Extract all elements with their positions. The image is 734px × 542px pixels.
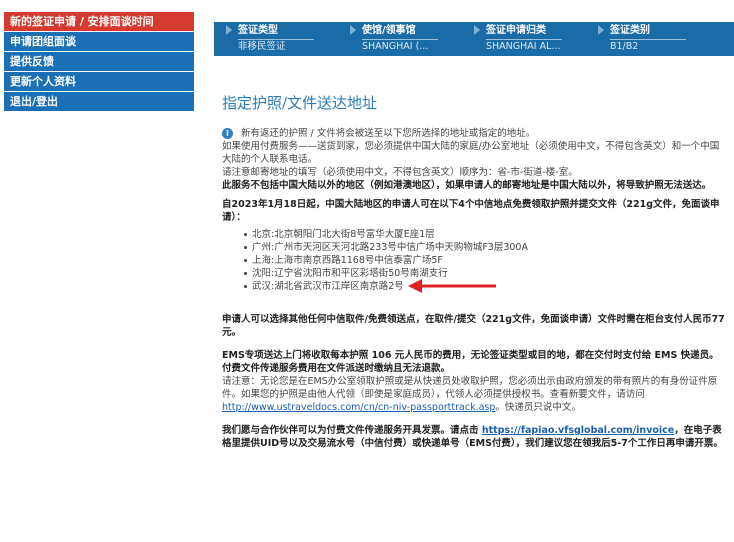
- address-order-text: 请注意邮寄地址的填写（必须使用中文，不得包含英文）顺序为：省-市-街道-楼-室。: [222, 167, 578, 178]
- id-notice-text: 请注意：无论您是在EMS办公室领取护照或是从快递员处收取护照，您必须出示由政府颁…: [222, 375, 727, 414]
- breadcrumb-label: 签证申请归类: [486, 24, 562, 40]
- breadcrumb-visa-class: 签证类别 B1/B2: [596, 22, 686, 56]
- breadcrumb-label: 签证类别: [610, 24, 686, 40]
- breadcrumb-label: 签证类型: [238, 24, 314, 40]
- intro-text: 新有返还的护照 / 文件将会被送至以下您所选择的地址或指定的地址。: [241, 128, 536, 139]
- breadcrumb-consulate: 使馆/领事馆 SHANGHAI (...: [348, 22, 438, 56]
- other-citic-text: 申请人可以选择其他任何中信取件/免费领送点，在取件/提交（221g文件，免面谈申…: [222, 314, 725, 338]
- id-notice-tail: 。快递员只说中文。: [495, 402, 581, 413]
- page-title: 指定护照/文件送达地址: [222, 94, 378, 112]
- list-item: 上海:上海市南京西路1168号中信泰富广场5F: [244, 254, 727, 267]
- list-item: 北京:北京朝阳门北大街8号富华大厦E座1层: [244, 228, 727, 241]
- intro-notice: i 新有返还的护照 / 文件将会被送至以下您所选择的地址或指定的地址。: [222, 127, 727, 140]
- invoice-link[interactable]: https://fapiao.vfsglobal.com/invoice: [482, 425, 674, 436]
- sidebar-menu: 新的签证申请 / 安排面谈时间 申请团组面谈 提供反馈 更新个人资料 退出/登出: [4, 12, 194, 112]
- invoice-text-a: 我们愿与合作伙伴可以为付费文件传递服务开具发票。请点击: [222, 425, 479, 436]
- sidebar-item-logout[interactable]: 退出/登出: [4, 92, 194, 111]
- paid-delivery-text: 如果使用付费服务——送货到家，您必须提供中国大陆的家庭/办公室地址（必须使用中文…: [222, 141, 720, 165]
- sidebar-item-update-profile[interactable]: 更新个人资料: [4, 72, 194, 91]
- breadcrumb-bar: 签证类型 非移民签证 使馆/领事馆 SHANGHAI (... 签证申请归类 S…: [214, 22, 734, 56]
- red-arrow-icon: [408, 279, 496, 293]
- mainland-only-text: 此服务不包括中国大陆以外的地区（例如港澳地区），如果申请人的邮寄地址是中国大陆以…: [222, 180, 712, 191]
- passport-track-link[interactable]: http://www.ustraveldocs.com/cn/cn-niv-pa…: [222, 402, 495, 413]
- breadcrumb-value: B1/B2: [610, 41, 639, 52]
- breadcrumb-value: 非移民签证: [238, 41, 286, 52]
- refund-text: 付费文件传递服务费用在文件派送时缴纳且无法退款。: [222, 363, 451, 374]
- main-content: 指定护照/文件送达地址 i 新有返还的护照 / 文件将会被送至以下您所选择的地址…: [222, 92, 727, 450]
- breadcrumb-value: SHANGHAI AL...: [486, 41, 561, 52]
- sidebar-item-group-interview[interactable]: 申请团组面谈: [4, 32, 194, 51]
- sidebar-item-feedback[interactable]: 提供反馈: [4, 52, 194, 71]
- breadcrumb-category: 签证申请归类 SHANGHAI AL...: [472, 22, 562, 56]
- breadcrumb-label: 使馆/领事馆: [362, 24, 438, 40]
- list-item: 广州:广州市天河区天河北路233号中信广场中天购物城F3层300A: [244, 241, 727, 254]
- breadcrumb-value: SHANGHAI (...: [362, 41, 429, 52]
- ems-fee-text: EMS专项送达上门将收取每本护照 106 元人民币的费用，无论签证类型或目的地，…: [222, 350, 719, 361]
- info-icon: i: [222, 128, 233, 139]
- citic-pickup-text: 自2023年1月18日起，中国大陆地区的申请人可在以下4个中信地点免费领取护照并…: [222, 199, 720, 223]
- invoice-text: 我们愿与合作伙伴可以为付费文件传递服务开具发票。请点击 https://fapi…: [222, 424, 727, 450]
- breadcrumb-visa-type: 签证类型 非移民签证: [224, 22, 314, 56]
- id-notice-body: 请注意：无论您是在EMS办公室领取护照或是从快递员处收取护照，您必须出示由政府颁…: [222, 376, 718, 400]
- sidebar-item-new-application[interactable]: 新的签证申请 / 安排面谈时间: [4, 12, 194, 31]
